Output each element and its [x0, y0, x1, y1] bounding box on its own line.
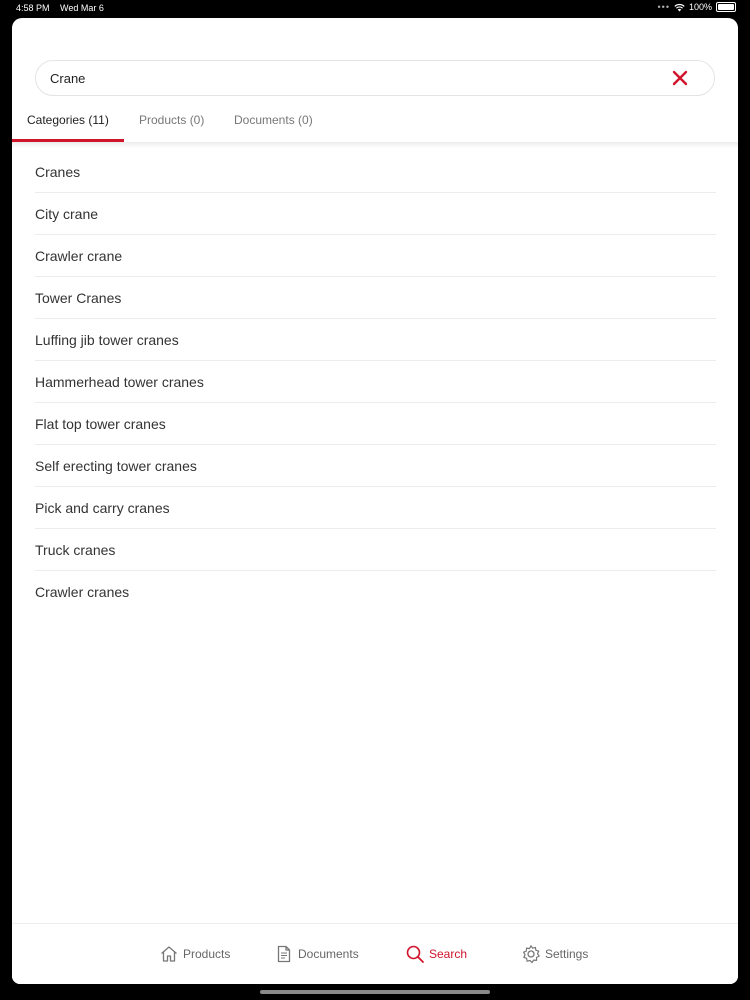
list-item-label: Crawler crane: [35, 248, 123, 264]
search-input[interactable]: [50, 61, 650, 95]
tab-categories-label: Categories (11): [27, 113, 109, 127]
close-icon: [672, 70, 688, 86]
tab-categories[interactable]: Categories (11): [27, 108, 139, 142]
list-item-label: Hammerhead tower cranes: [35, 374, 204, 390]
app-window: Categories (11) Products (0) Documents (…: [12, 18, 738, 984]
tab-documents-label: Documents (0): [234, 113, 313, 127]
status-date: Wed Mar 6: [60, 3, 104, 13]
home-icon: [161, 946, 177, 962]
list-item[interactable]: Cranes: [35, 151, 716, 193]
battery-percent: 100%: [688, 2, 712, 12]
tabs-divider: [12, 142, 738, 148]
tab-documents[interactable]: Documents (0): [234, 108, 334, 142]
list-item-label: Luffing jib tower cranes: [35, 332, 179, 348]
nav-documents-label: Documents: [298, 947, 359, 961]
status-right: ••• 100%: [658, 2, 736, 12]
list-item-label: Tower Cranes: [35, 290, 122, 306]
results-list: Cranes City crane Crawler crane Tower Cr…: [35, 151, 716, 612]
search-box: [35, 60, 715, 96]
list-item[interactable]: City crane: [35, 193, 716, 235]
nav-products[interactable]: Products: [159, 924, 230, 984]
nav-settings-label: Settings: [545, 947, 589, 961]
list-item-label: City crane: [35, 206, 99, 222]
list-item-label: Cranes: [35, 164, 81, 180]
tab-products[interactable]: Products (0): [139, 108, 229, 142]
list-item[interactable]: Luffing jib tower cranes: [35, 319, 716, 361]
list-item[interactable]: Pick and carry cranes: [35, 487, 716, 529]
clear-search-button[interactable]: [672, 70, 688, 86]
list-item[interactable]: Hammerhead tower cranes: [35, 361, 716, 403]
tab-products-label: Products (0): [139, 113, 205, 127]
nav-settings[interactable]: Settings: [521, 924, 588, 984]
home-indicator[interactable]: [260, 990, 490, 994]
nav-search[interactable]: Search: [405, 924, 467, 984]
list-item[interactable]: Crawler crane: [35, 235, 716, 277]
status-bar: 4:58 PM Wed Mar 6 ••• 100%: [0, 0, 750, 18]
nav-documents[interactable]: Documents: [274, 924, 359, 984]
list-item-label: Pick and carry cranes: [35, 500, 170, 516]
list-item-label: Crawler cranes: [35, 584, 130, 600]
wifi-icon: [674, 3, 685, 11]
multitask-dots-icon: •••: [657, 2, 670, 12]
document-icon: [277, 945, 291, 963]
search-icon: [406, 945, 424, 963]
nav-search-label: Search: [429, 947, 468, 961]
list-item-label: Self erecting tower cranes: [35, 458, 197, 474]
battery-icon: [716, 2, 736, 12]
list-item[interactable]: Truck cranes: [35, 529, 716, 571]
status-time: 4:58 PM: [16, 3, 50, 13]
result-tabs: Categories (11) Products (0) Documents (…: [12, 108, 738, 142]
bottom-nav: Products Documents Search Settings: [12, 923, 738, 984]
list-item[interactable]: Crawler cranes: [35, 571, 716, 612]
nav-products-label: Products: [183, 947, 231, 961]
list-item[interactable]: Tower Cranes: [35, 277, 716, 319]
list-item-label: Flat top tower cranes: [35, 416, 166, 432]
list-item[interactable]: Self erecting tower cranes: [35, 445, 716, 487]
list-item[interactable]: Flat top tower cranes: [35, 403, 716, 445]
list-item-label: Truck cranes: [35, 542, 116, 558]
gear-icon: [523, 945, 540, 964]
